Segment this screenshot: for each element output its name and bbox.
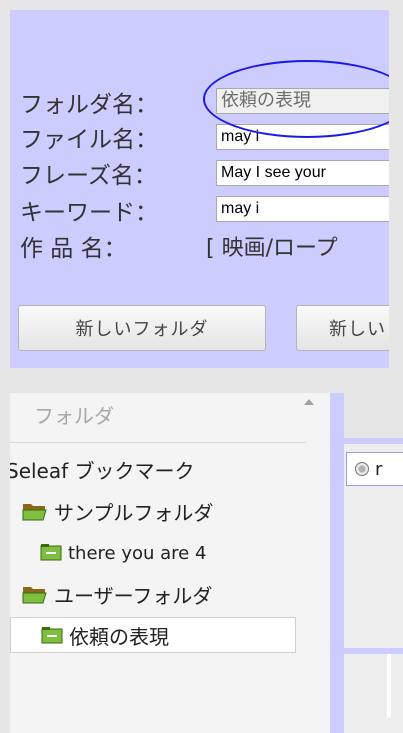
tree-item-label: 依頼の表現 [69,624,169,649]
tree-item-seleaf-bookmarks[interactable]: Seleaf ブックマーク [10,451,195,487]
folder-icon [40,543,62,563]
phrase-name-field[interactable]: May I see your [216,160,389,186]
keyword-row: キーワード： [20,196,214,226]
tree-item-there-you-are[interactable]: there you are 4 [40,535,206,571]
file-name-field[interactable]: may i [216,124,389,150]
tree-item-request-expressions[interactable]: 依頼の表現 [10,617,296,653]
work-name-label: 作 品 名： [20,236,127,262]
search-form-panel: フォルダ名： 依頼の表現 ファイル名： may i フレーズ名： May I s… [10,10,389,368]
folder-row: フォルダ名： [20,88,214,118]
phrase-name-label: フレーズ名： [20,163,157,189]
work-name-value: [ 映画/ロープ [206,236,338,261]
keyword-field[interactable]: may i [216,196,389,222]
phrase-row: フレーズ名： [20,159,214,189]
folder-icon [41,625,63,645]
result-item-label: r [375,458,383,480]
new-item-button[interactable]: 新しい [296,305,389,351]
new-folder-button[interactable]: 新しいフォルダ [18,305,266,351]
tree-item-sample-folder[interactable]: サンプルフォルダ [22,493,213,529]
tree-item-label: Seleaf ブックマーク [10,458,195,483]
result-item[interactable]: r [346,452,403,486]
results-pane: r [344,438,403,733]
folder-tree-panel: フォルダ Seleaf ブックマーク サンプルフォルダ there you ar… [10,393,330,733]
radio-icon[interactable] [355,462,369,476]
folder-open-icon [22,501,48,521]
tree-item-label: ユーザーフォルダ [54,583,213,608]
tree-item-label: サンプルフォルダ [54,500,214,525]
results-pane-border [344,438,403,444]
results-pane-strip [387,654,391,718]
folder-name-label: フォルダ名： [20,92,158,118]
work-row: 作 品 名： [20,232,214,262]
folder-open-icon [22,584,48,604]
file-row: ファイル名： [20,123,214,153]
scroll-up-arrow-icon[interactable] [304,399,314,405]
folder-name-field[interactable]: 依頼の表現 [216,88,389,114]
folder-tree-header: フォルダ [10,393,306,443]
results-pane-divider [344,648,403,654]
tree-item-label: there you are 4 [68,542,207,564]
keyword-label: キーワード： [20,200,158,226]
pane-splitter[interactable] [330,393,344,733]
tree-item-user-folder[interactable]: ユーザーフォルダ [22,576,212,612]
file-name-label: ファイル名： [20,127,158,153]
